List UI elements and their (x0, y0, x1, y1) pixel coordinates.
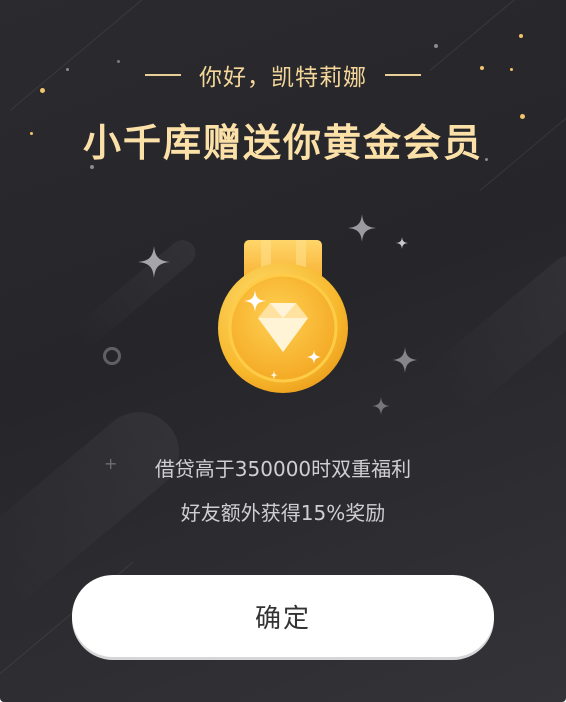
confirm-button[interactable]: 确定 (72, 575, 494, 657)
sparkle-icon (348, 214, 376, 242)
background-streak (424, 242, 566, 418)
sparkle-icon (392, 347, 418, 373)
greeting-row: 你好，凯特莉娜 (0, 58, 566, 92)
gold-membership-dialog: 你好，凯特莉娜 小千库赠送你黄金会员 + 借贷高于350000时双重福利 好友额… (0, 0, 566, 702)
confetti-dot (434, 44, 438, 48)
gold-medal-icon (218, 240, 348, 393)
ring-icon (103, 347, 121, 365)
sparkle-icon (138, 246, 170, 278)
background-streak (69, 234, 201, 352)
background-line (9, 0, 149, 111)
confetti-dot (519, 34, 523, 38)
benefit-line-1: 借贷高于350000时双重福利 (154, 457, 412, 481)
benefit-line-2: 好友额外获得15%奖励 (180, 501, 386, 525)
greeting-text: 你好，凯特莉娜 (199, 65, 367, 91)
sparkle-icon (396, 237, 408, 249)
greeting-right-dash (385, 74, 421, 76)
sparkle-icon (372, 397, 390, 415)
greeting-left-dash (145, 74, 181, 76)
dialog-title: 小千库赠送你黄金会员 (82, 121, 483, 165)
